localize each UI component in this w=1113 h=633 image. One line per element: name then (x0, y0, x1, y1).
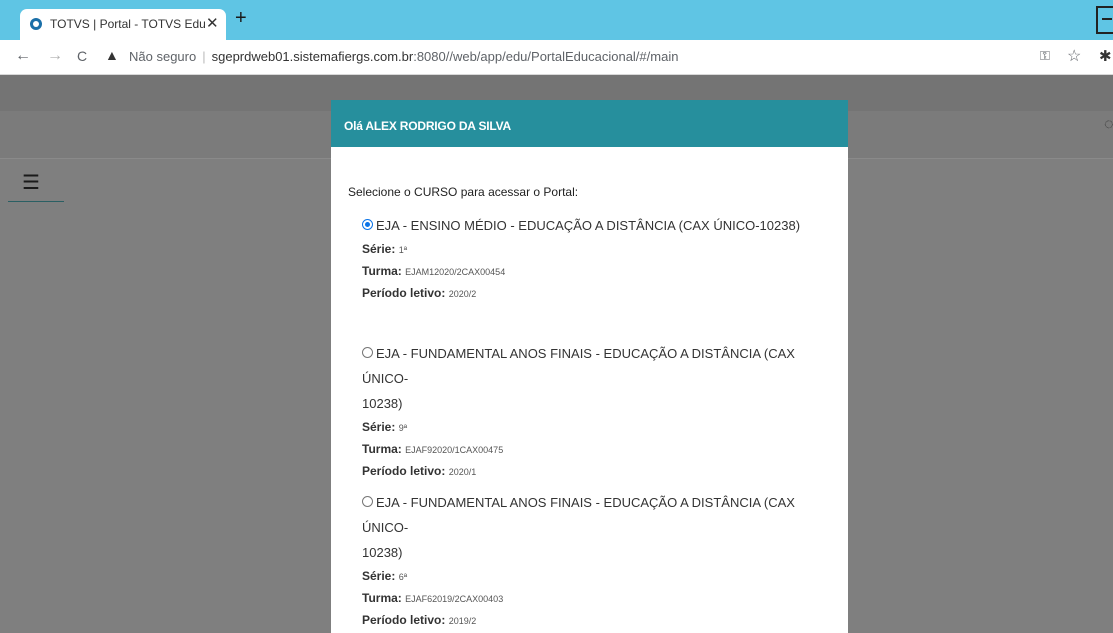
course-periodo: Período letivo: 2019/2 (362, 613, 477, 627)
window-control[interactable] (1096, 6, 1113, 34)
browser-tab[interactable]: TOTVS | Portal - TOTVS Educacional ✕ (20, 9, 226, 40)
course-turma: Turma: EJAM12020/2CAX00454 (362, 264, 506, 278)
url-separator: | (202, 49, 206, 64)
back-arrow-icon[interactable]: ← (15, 47, 31, 65)
course-periodo: Período letivo: 2020/2 (362, 286, 477, 300)
close-icon[interactable]: ✕ (206, 14, 219, 32)
course-name-continued: 10238) (362, 545, 403, 560)
course-serie: Série: 1ª (362, 242, 408, 256)
modal-header: Olá ALEX RODRIGO DA SILVA (331, 100, 848, 147)
forward-arrow-icon[interactable]: → (47, 47, 63, 65)
course-name[interactable]: EJA - ENSINO MÉDIO - EDUCAÇÃO A DISTÂNCI… (362, 213, 822, 238)
course-turma: Turma: EJAF62019/2CAX00403 (362, 591, 504, 605)
radio-unselected[interactable] (362, 347, 373, 358)
url-path: :8080//web/app/edu/PortalEducacional/#/m… (413, 49, 679, 64)
course-turma: Turma: EJAF92020/1CAX00475 (362, 442, 504, 456)
course-serie: Série: 9ª (362, 420, 408, 434)
plus-icon[interactable]: + (235, 7, 247, 30)
menu-underline (8, 201, 64, 202)
course-name[interactable]: EJA - FUNDAMENTAL ANOS FINAIS - EDUCAÇÃO… (362, 341, 822, 391)
radio-unselected[interactable] (362, 496, 373, 507)
modal-title: Olá ALEX RODRIGO DA SILVA (344, 119, 512, 133)
warning-icon[interactable]: ▲ (105, 47, 119, 63)
course-name-continued: 10238) (362, 396, 403, 411)
course-option[interactable]: EJA - ENSINO MÉDIO - EDUCAÇÃO A DISTÂNCI… (362, 213, 822, 304)
extension-icon[interactable]: ✱ (1099, 47, 1112, 65)
course-prompt: Selecione o CURSO para acessar o Portal: (348, 185, 579, 199)
url-host: sgeprdweb01.sistemafiergs.com.br (211, 49, 414, 64)
radio-selected[interactable] (362, 219, 373, 230)
course-option[interactable]: EJA - FUNDAMENTAL ANOS FINAIS - EDUCAÇÃO… (362, 341, 822, 482)
course-option[interactable]: EJA - FUNDAMENTAL ANOS FINAIS - EDUCAÇÃO… (362, 490, 822, 631)
header-corner-icon[interactable]: ◌ (1104, 116, 1113, 134)
tab-favicon-icon (30, 18, 42, 30)
hamburger-menu-icon[interactable]: ☰ (22, 170, 40, 195)
course-periodo: Período letivo: 2020/1 (362, 464, 477, 478)
security-label: Não seguro (129, 49, 197, 64)
course-selection-modal: Olá ALEX RODRIGO DA SILVA Selecione o CU… (331, 100, 848, 633)
reload-icon[interactable]: C (77, 48, 87, 64)
tab-edge (0, 9, 14, 40)
key-icon[interactable]: ⚿ (1040, 48, 1050, 64)
course-name[interactable]: EJA - FUNDAMENTAL ANOS FINAIS - EDUCAÇÃO… (362, 490, 822, 540)
url-field[interactable]: Não seguro | sgeprdweb01.sistemafiergs.com… (129, 49, 678, 64)
tab-title: TOTVS | Portal - TOTVS Educacional (50, 17, 206, 31)
star-icon[interactable]: ☆ (1067, 46, 1081, 66)
course-serie: Série: 6ª (362, 569, 408, 583)
